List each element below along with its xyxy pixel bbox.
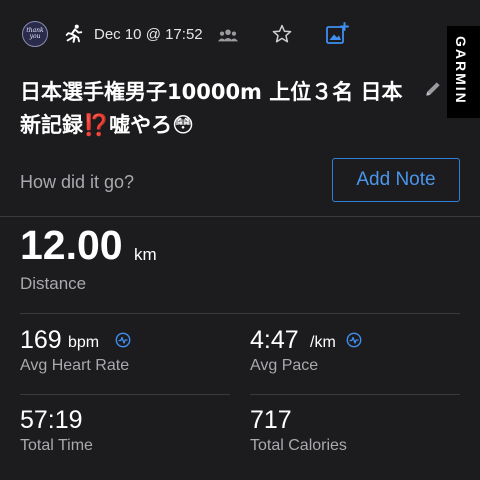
total-calories-value: 717	[250, 406, 292, 434]
star-icon[interactable]	[271, 23, 293, 45]
pace-label: Avg Pace	[250, 357, 319, 374]
activity-date: Dec 10 @ 17:52	[94, 26, 203, 43]
distance-value: 12.00	[20, 222, 123, 268]
divider	[0, 216, 480, 217]
divider	[20, 394, 230, 395]
avatar[interactable]: thank you	[22, 21, 48, 47]
note-prompt: How did it go?	[20, 172, 135, 192]
pace-unit: /km	[310, 334, 336, 351]
activity-title: 日本選手権男子10000m 上位３名 日本新記録⁉️嘘やろ😳	[20, 80, 403, 137]
heart-rate-pulse-icon[interactable]	[115, 332, 131, 348]
divider	[250, 394, 460, 395]
add-note-button[interactable]: Add Note	[332, 158, 460, 202]
total-time-label: Total Time	[20, 437, 93, 454]
heart-rate-label: Avg Heart Rate	[20, 357, 130, 374]
total-calories-label: Total Calories	[250, 437, 347, 454]
distance-unit: km	[134, 245, 157, 264]
avatar-label: thank you	[26, 27, 44, 40]
garmin-brand-tab: GARMIN	[447, 26, 480, 118]
pace-value: 4:47	[250, 326, 299, 354]
distance-label: Distance	[20, 274, 87, 293]
add-photo-icon[interactable]	[325, 22, 349, 46]
total-time-value: 57:19	[20, 406, 83, 434]
heart-rate-value: 169	[20, 326, 62, 354]
garmin-logo: GARMIN	[453, 36, 469, 105]
running-person-icon	[65, 24, 83, 43]
activity-header: thank you Dec 10 @ 17:52 GARMIN	[0, 0, 480, 118]
divider	[20, 313, 460, 314]
group-icon[interactable]	[217, 27, 239, 43]
heart-rate-unit: bpm	[68, 334, 100, 351]
pace-pulse-icon[interactable]	[346, 332, 362, 348]
pencil-icon[interactable]	[423, 79, 443, 99]
